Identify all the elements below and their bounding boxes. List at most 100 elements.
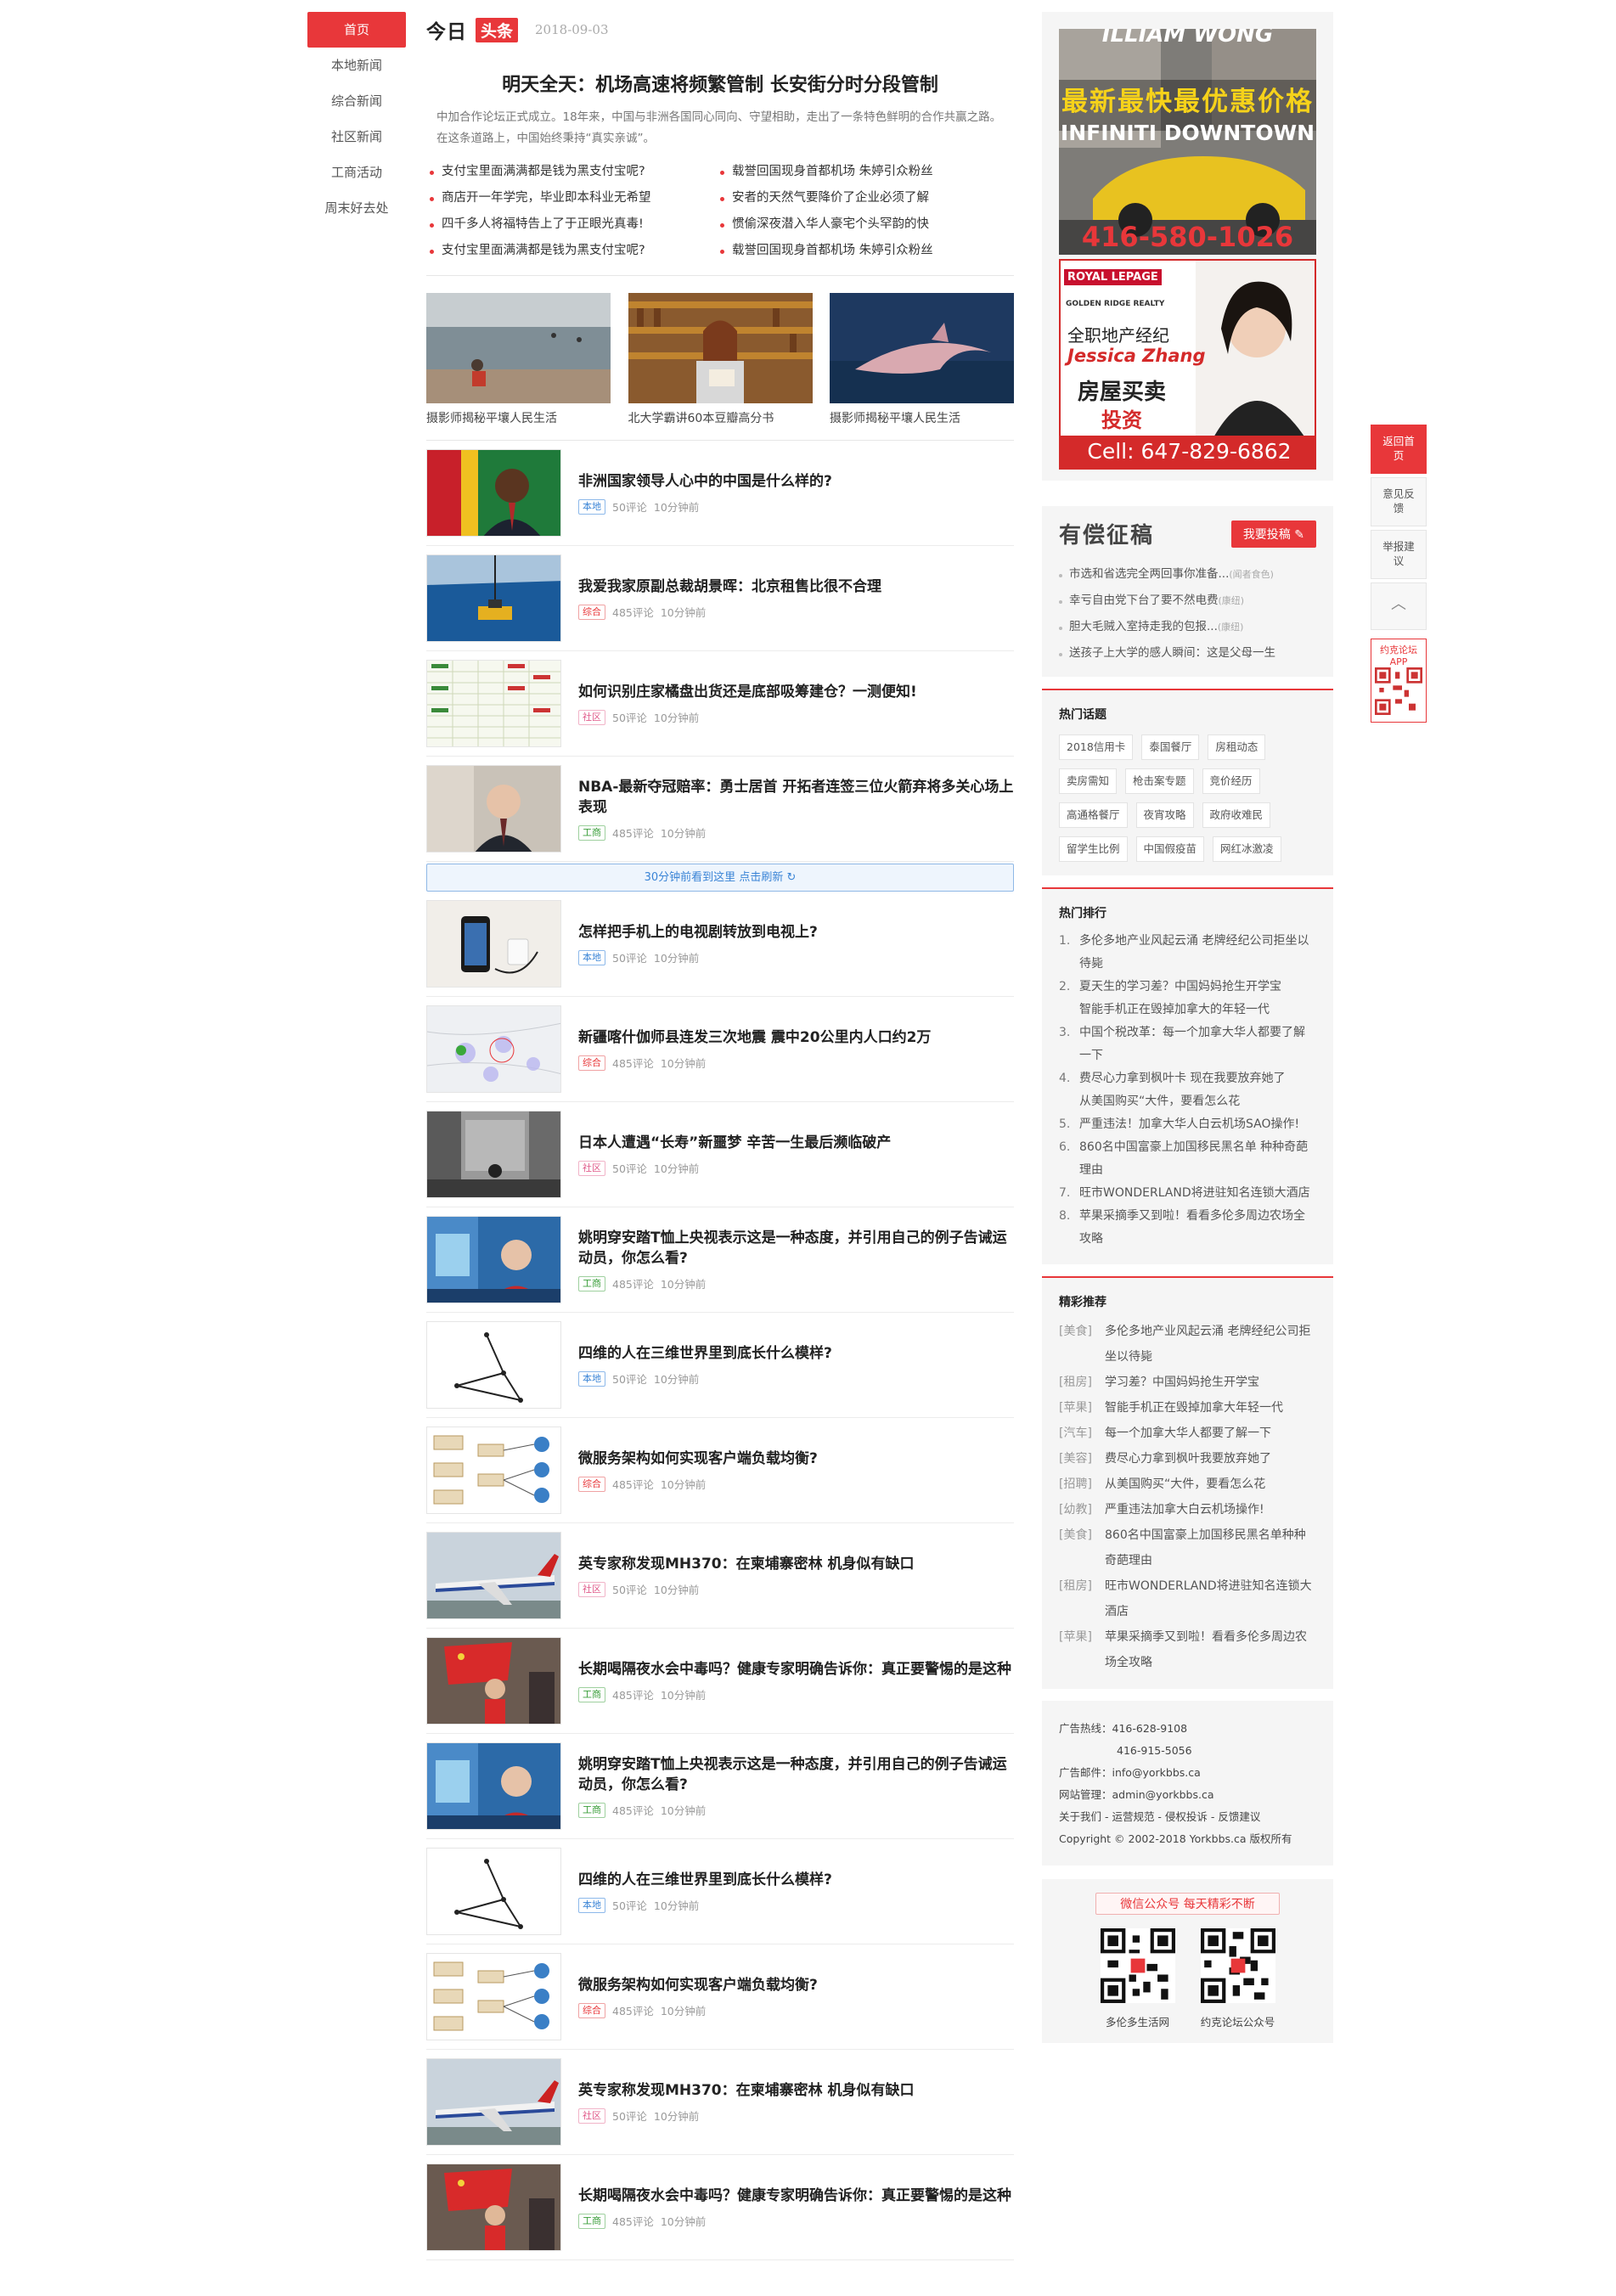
ranking-item[interactable]: 6. 860名中国富豪上加国移民黑名单 种种奇葩理由 [1059,1136,1316,1182]
feedback-button[interactable]: 意见反馈 [1371,477,1427,526]
news-item[interactable]: 英专家称发现MH370：在柬埔寨密林 机身似有缺口 社区 50评论 10分钟前 [426,2050,1014,2155]
photo-card[interactable]: 摄影师揭秘平壤人民生活 [426,293,611,426]
top-link[interactable]: 支付宝里面满满都是钱为黑支付宝呢? [426,159,717,185]
news-item[interactable]: NBA-最新夺冠赔率：勇士居首 开拓者连签三位火箭弃将多关心场上表现 工商 48… [426,757,1014,862]
topic-tag[interactable]: 2018信用卡 [1059,734,1134,760]
news-title[interactable]: 非洲国家领导人心中的中国是什么样的? [578,471,1014,492]
category-tag[interactable]: 本地 [578,1897,605,1913]
top-link[interactable]: 安者的天然气要降价了企业必须了解 [717,185,1005,211]
category-tag[interactable]: 综合 [578,2002,605,2018]
footer-links[interactable]: 关于我们 - 运营规范 - 侵权投诉 - 反馈建议 [1059,1806,1316,1828]
recommend-item[interactable]: [幼教] 严重违法加拿大白云机场操作! [1059,1497,1316,1522]
news-title[interactable]: 四维的人在三维世界里到底长什么模样? [578,1870,1014,1890]
ad-email-link[interactable]: info@yorkbbs.ca [1112,1766,1201,1779]
news-item[interactable]: 日本人遭遇“长寿”新噩梦 辛苦一生最后濒临破产 社区 50评论 10分钟前 [426,1102,1014,1207]
submission-link[interactable]: 送孩子上大学的感人瞬间：这是父母一生 [1059,640,1316,667]
news-title[interactable]: 如何识别庄家橘盘出货还是底部吸筹建仓？一测便知! [578,682,1014,702]
topic-tag[interactable]: 房租动态 [1208,734,1266,760]
news-title[interactable]: 姚明穿安踏T恤上央视表示这是一种态度，并引用自己的例子告诫运动员，你怎么看? [578,1754,1014,1795]
category-tag[interactable]: 工商 [578,1802,605,1818]
admin-email-link[interactable]: admin@yorkbbs.ca [1112,1788,1214,1801]
news-item[interactable]: 四维的人在三维世界里到底长什么模样? 本地 50评论 10分钟前 [426,1313,1014,1418]
news-item[interactable]: 我爱我家原副总裁胡景晖：北京租售比很不合理 综合 485评论 10分钟前 [426,546,1014,651]
news-title[interactable]: 长期喝隔夜水会中毒吗？健康专家明确告诉你：真正要警惕的是这种 [578,2186,1014,2206]
news-item[interactable]: 长期喝隔夜水会中毒吗？健康专家明确告诉你：真正要警惕的是这种 工商 485评论 … [426,2155,1014,2260]
car-dealer-ad[interactable]: ILLIAM WONG 最新最快最优惠价格 INFINITI DOWNTOWN … [1042,12,1333,255]
recommend-item[interactable]: [租房] 学习差？中国妈妈抢生开学宝 [1059,1370,1316,1395]
news-item[interactable]: 如何识别庄家橘盘出货还是底部吸筹建仓？一测便知! 社区 50评论 10分钟前 [426,651,1014,757]
submission-link[interactable]: 市选和省选完全两回事你准备...(闻者食色) [1059,561,1316,588]
recommend-item[interactable]: [美容] 费尽心力拿到枫叶我要放弃她了 [1059,1446,1316,1472]
category-tag[interactable]: 社区 [578,2107,605,2124]
news-item[interactable]: 姚明穿安踏T恤上央视表示这是一种态度，并引用自己的例子告诫运动员，你怎么看? 工… [426,1207,1014,1313]
category-tag[interactable]: 社区 [578,1581,605,1597]
topic-tag[interactable]: 卖房需知 [1059,768,1118,794]
photo-card[interactable]: 北大学霸讲60本豆瓣高分书 [628,293,813,426]
topic-tag[interactable]: 竞价经历 [1202,768,1260,794]
recommend-item[interactable]: [招聘] 从美国购买“大件，要看怎么花 [1059,1472,1316,1497]
news-title[interactable]: 怎样把手机上的电视剧转放到电视上? [578,922,1014,943]
nav-item-community-news[interactable]: 社区新闻 [307,119,406,155]
recommend-item[interactable]: [租房] 旺市WONDERLAND将进驻知名连锁大酒店 [1059,1573,1316,1624]
ranking-item[interactable]: 8. 苹果采摘季又到啦！看看多伦多周边农场全攻略 [1059,1205,1316,1251]
category-tag[interactable]: 综合 [578,1476,605,1492]
news-item[interactable]: 非洲国家领导人心中的中国是什么样的? 本地 50评论 10分钟前 [426,441,1014,546]
top-link[interactable]: 载誉回国现身首都机场 朱婷引众粉丝 [717,238,1005,264]
photo-card[interactable]: 摄影师揭秘平壤人民生活 [830,293,1014,426]
category-tag[interactable]: 工商 [578,1686,605,1702]
news-item[interactable]: 长期喝隔夜水会中毒吗？健康专家明确告诉你：真正要警惕的是这种 工商 485评论 … [426,1629,1014,1734]
news-title[interactable]: 新疆喀什伽师县连发三次地震 震中20公里内人口约2万 [578,1027,1014,1048]
topic-tag[interactable]: 网红冰激凌 [1213,836,1281,862]
ranking-item[interactable]: 2. 夏天生的学习差？中国妈妈抢生开学宝 智能手机正在毁掉加拿大的年轻一代 [1059,976,1316,1021]
topic-tag[interactable]: 夜宵攻略 [1135,802,1194,828]
top-link[interactable]: 四千多人将福特告上了于正眼光真毒! [426,211,717,238]
scroll-top-button[interactable]: ︿ [1371,582,1427,630]
news-item[interactable]: 姚明穿安踏T恤上央视表示这是一种态度，并引用自己的例子告诫运动员，你怎么看? 工… [426,1734,1014,1839]
recommend-item[interactable]: [苹果] 苹果采摘季又到啦！看看多伦多周边农场全攻略 [1059,1624,1316,1675]
submit-article-button[interactable]: 我要投稿 ✎ [1230,520,1316,548]
category-tag[interactable]: 本地 [578,949,605,965]
news-title[interactable]: 微服务架构如何实现客户端负载均衡? [578,1449,1014,1469]
news-title[interactable]: 英专家称发现MH370：在柬埔寨密林 机身似有缺口 [578,2080,1014,2101]
topic-tag[interactable]: 留学生比例 [1059,836,1128,862]
nav-item-weekend[interactable]: 周末好去处 [307,190,406,226]
category-tag[interactable]: 综合 [578,604,605,620]
nav-item-general-news[interactable]: 综合新闻 [307,83,406,119]
category-tag[interactable]: 工商 [578,1275,605,1292]
ranking-item[interactable]: 3. 中国个税改革：每一个加拿大华人都要了解一下 [1059,1021,1316,1067]
ranking-item[interactable]: 1. 多伦多地产业风起云涌 老牌经纪公司拒坐以待毙 [1059,930,1316,976]
realtor-ad[interactable]: ROYAL LEPAGE GOLDEN RIDGE REALTY 全职地产经纪 … [1042,255,1333,481]
nav-item-local-news[interactable]: 本地新闻 [307,48,406,83]
category-tag[interactable]: 社区 [578,1160,605,1176]
topic-tag[interactable]: 高通格餐厅 [1059,802,1128,828]
category-tag[interactable]: 工商 [578,824,605,841]
topic-tag[interactable]: 政府收难民 [1202,802,1271,828]
news-item[interactable]: 新疆喀什伽师县连发三次地震 震中20公里内人口约2万 综合 485评论 10分钟… [426,997,1014,1102]
top-link[interactable]: 支付宝里面满满都是钱为黑支付宝呢? [426,238,717,264]
recommend-item[interactable]: [美食] 多伦多地产业风起云涌 老牌经纪公司拒坐以待毙 [1059,1319,1316,1370]
refresh-bar[interactable]: 30分钟前看到这里 点击刷新 ↻ [426,864,1014,892]
topic-tag[interactable]: 枪击案专题 [1125,768,1194,794]
news-title[interactable]: NBA-最新夺冠赔率：勇士居首 开拓者连签三位火箭弃将多关心场上表现 [578,777,1014,818]
news-item[interactable]: 四维的人在三维世界里到底长什么模样? 本地 50评论 10分钟前 [426,1839,1014,1944]
submission-link[interactable]: 幸亏自由党下台了要不然电费(康纽) [1059,588,1316,614]
submission-link[interactable]: 胆大毛贼入室持走我的包报...(康纽) [1059,614,1316,640]
category-tag[interactable]: 综合 [578,1055,605,1071]
news-title[interactable]: 微服务架构如何实现客户端负载均衡? [578,1975,1014,1995]
category-tag[interactable]: 社区 [578,709,605,725]
news-title[interactable]: 我爱我家原副总裁胡景晖：北京租售比很不合理 [578,577,1014,597]
ranking-item[interactable]: 4. 费尽心力拿到枫叶卡 现在我要放弃她了 从美国购买“大件，要看怎么花 [1059,1067,1316,1113]
news-item[interactable]: 英专家称发现MH370：在柬埔寨密林 机身似有缺口 社区 50评论 10分钟前 [426,1523,1014,1629]
recommend-item[interactable]: [汽车] 每一个加拿大华人都要了解一下 [1059,1421,1316,1446]
news-title[interactable]: 英专家称发现MH370：在柬埔寨密林 机身似有缺口 [578,1554,1014,1574]
nav-item-business-events[interactable]: 工商活动 [307,155,406,190]
headline-title[interactable]: 明天全天：机场高速将频繁管制 长安街分时分段管制 [426,70,1014,97]
top-link[interactable]: 惯偷深夜潜入华人豪宅个头罕韵的快 [717,211,1005,238]
nav-item-home[interactable]: 首页 [307,12,406,48]
news-item[interactable]: 怎样把手机上的电视剧转放到电视上? 本地 50评论 10分钟前 [426,892,1014,997]
ranking-item[interactable]: 5. 严重违法！加拿大华人白云机场SAO操作! [1059,1113,1316,1136]
top-link[interactable]: 商店开一年学完，毕业即本科业无希望 [426,185,717,211]
app-download-qr[interactable]: 约克论坛APP [1371,639,1427,723]
news-item[interactable]: 微服务架构如何实现客户端负载均衡? 综合 485评论 10分钟前 [426,1418,1014,1523]
category-tag[interactable]: 工商 [578,2213,605,2229]
